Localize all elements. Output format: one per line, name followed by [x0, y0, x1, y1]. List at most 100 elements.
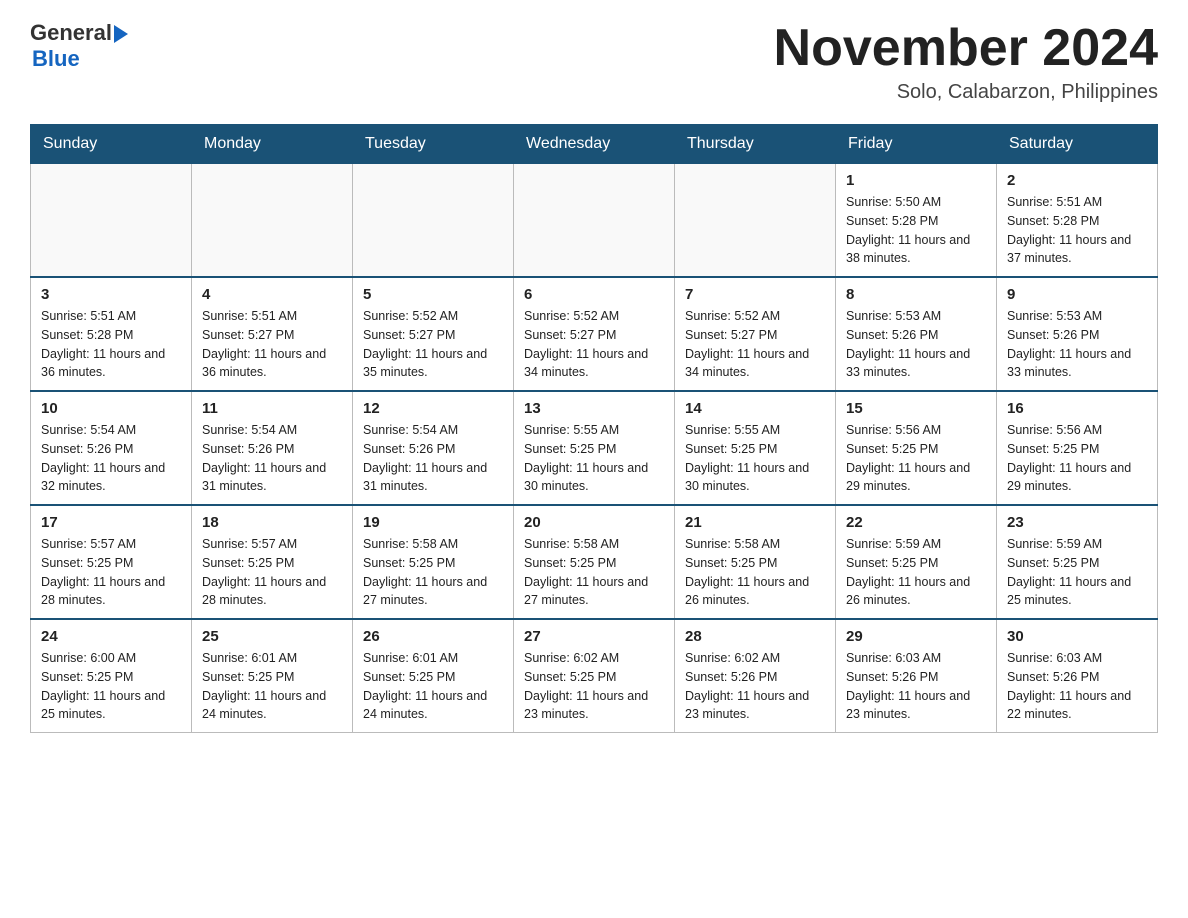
calendar-day-cell: 14 Sunrise: 5:55 AMSunset: 5:25 PMDayligh… — [675, 391, 836, 505]
day-of-week-header: Thursday — [675, 125, 836, 164]
day-number: 17 — [41, 514, 181, 531]
day-number: 27 — [524, 628, 664, 645]
calendar-day-cell: 3 Sunrise: 5:51 AMSunset: 5:28 PMDaylight… — [31, 277, 192, 391]
calendar-day-cell: 2 Sunrise: 5:51 AMSunset: 5:28 PMDaylight… — [997, 164, 1158, 278]
day-info: Sunrise: 5:55 AMSunset: 5:25 PMDaylight:… — [524, 421, 664, 496]
day-number: 25 — [202, 628, 342, 645]
day-number: 10 — [41, 400, 181, 417]
calendar-day-cell: 20 Sunrise: 5:58 AMSunset: 5:25 PMDayligh… — [514, 505, 675, 619]
day-of-week-header: Saturday — [997, 125, 1158, 164]
day-info: Sunrise: 5:59 AMSunset: 5:25 PMDaylight:… — [1007, 535, 1147, 610]
calendar-day-cell: 10Sunrise: 5:54 AMSunset: 5:26 PMDayligh… — [31, 391, 192, 505]
day-info: Sunrise: 5:57 AMSunset: 5:25 PMDaylight:… — [41, 535, 181, 610]
calendar-day-cell: 13 Sunrise: 5:55 AMSunset: 5:25 PMDayligh… — [514, 391, 675, 505]
day-info: Sunrise: 6:00 AMSunset: 5:25 PMDaylight:… — [41, 649, 181, 724]
day-number: 16 — [1007, 400, 1147, 417]
calendar-day-cell: 24 Sunrise: 6:00 AMSunset: 5:25 PMDayligh… — [31, 619, 192, 733]
day-number: 22 — [846, 514, 986, 531]
calendar-day-cell — [31, 164, 192, 278]
day-number: 12 — [363, 400, 503, 417]
calendar-day-cell: 5 Sunrise: 5:52 AMSunset: 5:27 PMDaylight… — [353, 277, 514, 391]
day-info: Sunrise: 5:57 AMSunset: 5:25 PMDaylight:… — [202, 535, 342, 610]
day-of-week-header: Sunday — [31, 125, 192, 164]
logo-triangle-icon — [114, 25, 128, 43]
calendar-day-cell: 1Sunrise: 5:50 AMSunset: 5:28 PMDaylight… — [836, 164, 997, 278]
calendar-week-row: 24 Sunrise: 6:00 AMSunset: 5:25 PMDayligh… — [31, 619, 1158, 733]
day-info: Sunrise: 6:02 AMSunset: 5:25 PMDaylight:… — [524, 649, 664, 724]
day-info: Sunrise: 5:53 AMSunset: 5:26 PMDaylight:… — [1007, 307, 1147, 382]
calendar-day-cell: 21 Sunrise: 5:58 AMSunset: 5:25 PMDayligh… — [675, 505, 836, 619]
day-number: 24 — [41, 628, 181, 645]
calendar-day-cell: 28Sunrise: 6:02 AMSunset: 5:26 PMDayligh… — [675, 619, 836, 733]
day-number: 29 — [846, 628, 986, 645]
day-number: 6 — [524, 286, 664, 303]
day-number: 8 — [846, 286, 986, 303]
day-number: 14 — [685, 400, 825, 417]
day-info: Sunrise: 5:52 AMSunset: 5:27 PMDaylight:… — [685, 307, 825, 382]
calendar-day-cell: 30 Sunrise: 6:03 AMSunset: 5:26 PMDayligh… — [997, 619, 1158, 733]
day-number: 13 — [524, 400, 664, 417]
day-info: Sunrise: 5:59 AMSunset: 5:25 PMDaylight:… — [846, 535, 986, 610]
day-of-week-header: Wednesday — [514, 125, 675, 164]
day-info: Sunrise: 5:56 AMSunset: 5:25 PMDaylight:… — [1007, 421, 1147, 496]
day-info: Sunrise: 5:54 AMSunset: 5:26 PMDaylight:… — [363, 421, 503, 496]
day-info: Sunrise: 5:51 AMSunset: 5:28 PMDaylight:… — [1007, 193, 1147, 268]
day-number: 18 — [202, 514, 342, 531]
calendar-week-row: 10 Sunrise: 5:54 AMSunset: 5:26 PMDayligh… — [31, 391, 1158, 505]
day-info: Sunrise: 5:58 AMSunset: 5:25 PMDaylight:… — [524, 535, 664, 610]
day-number: 15 — [846, 400, 986, 417]
day-of-week-header: Friday — [836, 125, 997, 164]
day-number: 3 — [41, 286, 181, 303]
day-info: Sunrise: 5:54 AMSunset: 5:26 PMDaylight:… — [202, 421, 342, 496]
calendar-day-cell: 17 Sunrise: 5:57 AMSunset: 5:25 PMDayligh… — [31, 505, 192, 619]
calendar-table: SundayMondayTuesdayWednesdayThursdayFrid… — [30, 124, 1158, 733]
logo: General Blue — [30, 20, 128, 72]
day-number: 2 — [1007, 172, 1147, 189]
day-info: Sunrise: 5:58 AMSunset: 5:25 PMDaylight:… — [363, 535, 503, 610]
day-number: 11 — [202, 400, 342, 417]
calendar-day-cell: 26Sunrise: 6:01 AMSunset: 5:25 PMDayligh… — [353, 619, 514, 733]
day-of-week-header: Tuesday — [353, 125, 514, 164]
calendar-day-cell: 25Sunrise: 6:01 AMSunset: 5:25 PMDayligh… — [192, 619, 353, 733]
calendar-day-cell: 23 Sunrise: 5:59 AMSunset: 5:25 PMDayligh… — [997, 505, 1158, 619]
page-header: General Blue November 2024 Solo, Calabar… — [30, 20, 1158, 104]
day-number: 21 — [685, 514, 825, 531]
calendar-day-cell: 6 Sunrise: 5:52 AMSunset: 5:27 PMDaylight… — [514, 277, 675, 391]
day-info: Sunrise: 5:56 AMSunset: 5:25 PMDaylight:… — [846, 421, 986, 496]
day-info: Sunrise: 5:50 AMSunset: 5:28 PMDaylight:… — [846, 193, 986, 268]
calendar-day-cell: 12 Sunrise: 5:54 AMSunset: 5:26 PMDayligh… — [353, 391, 514, 505]
calendar-day-cell: 9 Sunrise: 5:53 AMSunset: 5:26 PMDaylight… — [997, 277, 1158, 391]
title-section: November 2024 Solo, Calabarzon, Philippi… — [774, 20, 1158, 104]
day-info: Sunrise: 6:03 AMSunset: 5:26 PMDaylight:… — [1007, 649, 1147, 724]
day-number: 19 — [363, 514, 503, 531]
logo-general: General — [30, 20, 112, 46]
day-info: Sunrise: 5:52 AMSunset: 5:27 PMDaylight:… — [524, 307, 664, 382]
day-number: 9 — [1007, 286, 1147, 303]
day-info: Sunrise: 5:58 AMSunset: 5:25 PMDaylight:… — [685, 535, 825, 610]
day-number: 5 — [363, 286, 503, 303]
day-info: Sunrise: 5:51 AMSunset: 5:28 PMDaylight:… — [41, 307, 181, 382]
calendar-header-row: SundayMondayTuesdayWednesdayThursdayFrid… — [31, 125, 1158, 164]
day-info: Sunrise: 6:02 AMSunset: 5:26 PMDaylight:… — [685, 649, 825, 724]
day-info: Sunrise: 6:03 AMSunset: 5:26 PMDaylight:… — [846, 649, 986, 724]
day-number: 26 — [363, 628, 503, 645]
day-number: 20 — [524, 514, 664, 531]
calendar-day-cell: 15 Sunrise: 5:56 AMSunset: 5:25 PMDayligh… — [836, 391, 997, 505]
day-number: 30 — [1007, 628, 1147, 645]
day-info: Sunrise: 5:53 AMSunset: 5:26 PMDaylight:… — [846, 307, 986, 382]
calendar-day-cell: 11 Sunrise: 5:54 AMSunset: 5:26 PMDayligh… — [192, 391, 353, 505]
calendar-day-cell: 7 Sunrise: 5:52 AMSunset: 5:27 PMDaylight… — [675, 277, 836, 391]
calendar-week-row: 1Sunrise: 5:50 AMSunset: 5:28 PMDaylight… — [31, 164, 1158, 278]
calendar-day-cell: 8 Sunrise: 5:53 AMSunset: 5:26 PMDaylight… — [836, 277, 997, 391]
calendar-day-cell: 4Sunrise: 5:51 AMSunset: 5:27 PMDaylight… — [192, 277, 353, 391]
calendar-day-cell: 19 Sunrise: 5:58 AMSunset: 5:25 PMDayligh… — [353, 505, 514, 619]
day-info: Sunrise: 5:52 AMSunset: 5:27 PMDaylight:… — [363, 307, 503, 382]
day-number: 4 — [202, 286, 342, 303]
day-of-week-header: Monday — [192, 125, 353, 164]
day-info: Sunrise: 5:55 AMSunset: 5:25 PMDaylight:… — [685, 421, 825, 496]
calendar-day-cell: 22 Sunrise: 5:59 AMSunset: 5:25 PMDayligh… — [836, 505, 997, 619]
day-number: 7 — [685, 286, 825, 303]
day-number: 23 — [1007, 514, 1147, 531]
calendar-day-cell — [675, 164, 836, 278]
calendar-day-cell — [192, 164, 353, 278]
